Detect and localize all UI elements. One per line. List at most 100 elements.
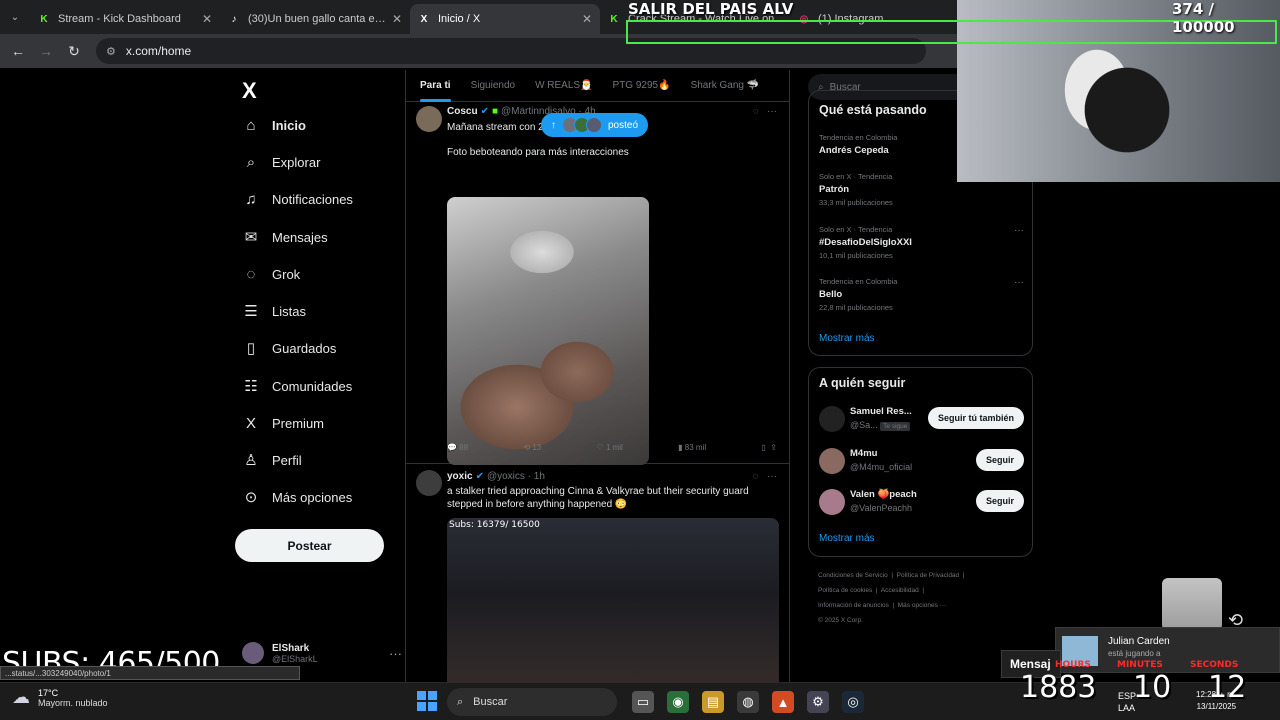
follow-back-button[interactable]: Seguir tú también: [927, 407, 1024, 429]
who-to-follow-title: A quién seguir: [819, 376, 906, 390]
reload-icon[interactable]: ↻: [60, 43, 88, 60]
tweet[interactable]: Coscu ✔ ■ @Martinndisalvo · 4h ◌ ··· Mañ…: [406, 102, 789, 465]
tab-x-home[interactable]: X Inicio / X ✕: [410, 4, 600, 34]
avatar: [242, 642, 264, 664]
people-icon: ☷: [244, 378, 258, 395]
arrow-up-icon: ↑: [551, 119, 556, 131]
nav-inicio[interactable]: ⌂ Inicio: [242, 110, 305, 140]
more-icon[interactable]: ···: [767, 471, 777, 482]
footer-link[interactable]: Accesibilidad: [881, 587, 919, 594]
tab-siguiendo[interactable]: Siguiendo: [471, 70, 515, 102]
x-logo-icon[interactable]: X: [242, 78, 257, 104]
tweet-photo[interactable]: [447, 197, 649, 465]
nav-comunidades[interactable]: ☷ Comunidades: [242, 371, 352, 401]
bookmark-icon[interactable]: ▯: [761, 443, 765, 452]
chrome-icon[interactable]: ◉: [667, 691, 689, 713]
follow-suggestion[interactable]: M4mu @M4mu_oficial Seguir: [819, 446, 1024, 476]
tab-para-ti[interactable]: Para ti: [420, 70, 451, 102]
tab-search-icon[interactable]: ⌄: [0, 0, 30, 34]
author-name[interactable]: yoxic: [447, 471, 473, 482]
footer-link[interactable]: Política de cookies: [818, 587, 872, 594]
forward-icon[interactable]: →: [32, 43, 60, 59]
nav-perfil[interactable]: ♙ Perfil: [242, 445, 301, 475]
hours-label: HOURS: [1055, 660, 1091, 670]
nav-premium[interactable]: X Premium: [242, 408, 324, 438]
reply-button[interactable]: 💬 88: [447, 443, 468, 452]
avatar[interactable]: [416, 106, 442, 132]
show-more-link[interactable]: Mostrar más: [819, 533, 875, 544]
tweet-tools: ◌ ···: [753, 471, 777, 482]
nav-label: Guardados: [272, 340, 337, 356]
tab-title: (30)Un buen gallo canta en cua: [248, 13, 386, 25]
footer-link[interactable]: Más opciones ···: [898, 602, 946, 609]
bell-icon: ♫: [245, 190, 257, 208]
avatar[interactable]: [416, 470, 442, 496]
author-name[interactable]: Coscu: [447, 106, 478, 117]
grok-icon[interactable]: ◌: [753, 471, 759, 482]
follow-button[interactable]: Seguir: [975, 490, 1024, 512]
new-posts-pill[interactable]: ↑ posteó: [541, 113, 649, 137]
kick-icon: K: [610, 13, 618, 25]
url-text: x.com/home: [125, 44, 192, 58]
trend-count: 33,3 mil publicaciones: [819, 198, 893, 207]
more-icon[interactable]: ···: [389, 646, 402, 661]
tab-kick-dashboard[interactable]: K Stream - Kick Dashboard ✕: [30, 4, 220, 34]
nav-listas[interactable]: ☰ Listas: [242, 296, 306, 326]
tab-ptg[interactable]: PTG 9295🔥: [613, 70, 671, 102]
nav-guardados[interactable]: ▯ Guardados: [242, 333, 336, 363]
tab-shark-gang[interactable]: Shark Gang 🦈: [691, 70, 760, 102]
views-button[interactable]: ▮ 83 mil: [678, 443, 706, 452]
nav-mas-opciones[interactable]: ⊙ Más opciones: [242, 482, 353, 512]
stream-timer: HOURS MINUTES SECONDS 1883 10 12: [1015, 660, 1280, 720]
back-icon[interactable]: ←: [4, 43, 32, 59]
footer-link[interactable]: Política de Privacidad: [897, 572, 960, 579]
nav-grok[interactable]: ◌ Grok: [242, 259, 301, 289]
taskbar-search[interactable]: ⌕ Buscar: [447, 688, 617, 716]
nav-mensajes[interactable]: ✉ Mensajes: [242, 222, 328, 252]
task-view-icon[interactable]: ▭: [632, 691, 654, 713]
folder-icon[interactable]: ▤: [702, 691, 724, 713]
more-icon[interactable]: ···: [1014, 277, 1024, 288]
account-switcher[interactable]: ElShark @ElSharkL ···: [242, 638, 402, 668]
repost-button[interactable]: ⟲ 13: [523, 443, 541, 452]
author-handle: @yoxics · 1h: [486, 471, 545, 482]
obs-icon[interactable]: ◍: [737, 691, 759, 713]
footer-link[interactable]: Condiciones de Servicio: [818, 572, 888, 579]
kick-icon: K: [40, 13, 48, 25]
trend-title: Bello: [819, 289, 843, 300]
copyright: © 2025 X Corp.: [818, 617, 863, 624]
settings-icon[interactable]: ⚙: [807, 691, 829, 713]
like-button[interactable]: ♡ 1 mil: [597, 443, 623, 452]
trend-item[interactable]: Tendencia en Colombia Bello 22,8 mil pub…: [819, 277, 1024, 312]
brave-icon[interactable]: ▲: [772, 691, 794, 713]
windows-start-icon[interactable]: [417, 691, 437, 711]
footer-link[interactable]: Información de anuncios: [818, 602, 889, 609]
weather-widget[interactable]: ☁ 17°C Mayorm. nublado: [12, 687, 108, 708]
follow-button[interactable]: Seguir: [975, 449, 1024, 471]
follow-suggestion[interactable]: Samuel Res... @Sa... Te sigue Seguir tú …: [819, 404, 1024, 434]
tweet-video[interactable]: Subs: 16379/ 16500: [447, 518, 779, 708]
follow-suggestion[interactable]: Valen 🍑peach @ValenPeachh Seguir: [819, 487, 1024, 517]
suggestion-handle: @ValenPeachh: [850, 503, 913, 513]
hours-value: 1883: [1020, 670, 1097, 705]
close-tab-icon[interactable]: ✕: [582, 12, 592, 26]
site-info-icon[interactable]: ⚙: [106, 45, 116, 58]
trend-item[interactable]: Solo en X · Tendencia #DesafioDelSigloXX…: [819, 225, 1024, 260]
steam-icon[interactable]: ◎: [842, 691, 864, 713]
link-status-bar: ...status/...303249040/photo/1: [0, 666, 300, 680]
nav-notificaciones[interactable]: ♫ Notificaciones: [242, 184, 353, 214]
more-icon[interactable]: ···: [767, 106, 777, 117]
grok-icon[interactable]: ◌: [753, 106, 759, 117]
avatar: [819, 448, 845, 474]
post-button[interactable]: Postear: [235, 529, 384, 562]
minutes-label: MINUTES: [1117, 660, 1163, 670]
show-more-link[interactable]: Mostrar más: [819, 333, 875, 344]
tab-tiktok[interactable]: ♪ (30)Un buen gallo canta en cua ✕: [220, 4, 410, 34]
close-tab-icon[interactable]: ✕: [392, 12, 402, 26]
share-icon[interactable]: ⇪: [770, 443, 777, 452]
nav-explorar[interactable]: ⌕ Explorar: [242, 147, 321, 177]
more-icon[interactable]: ···: [1014, 225, 1024, 236]
search-label: Buscar: [473, 696, 508, 708]
close-tab-icon[interactable]: ✕: [202, 12, 212, 26]
tab-w-reals[interactable]: W REALS🎅: [535, 70, 592, 102]
